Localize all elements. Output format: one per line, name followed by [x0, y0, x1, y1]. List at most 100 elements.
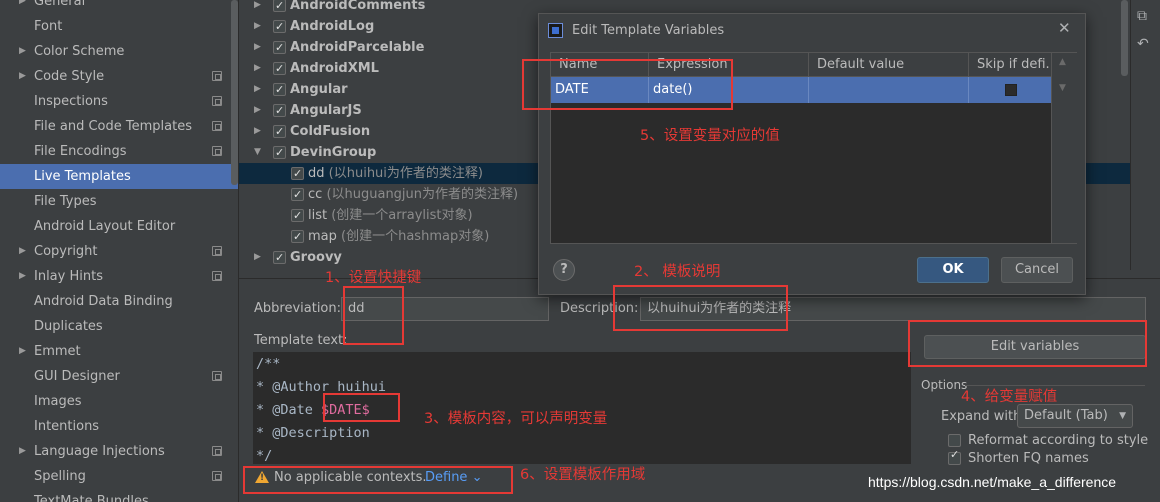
- sidebar-item[interactable]: Spelling: [0, 464, 238, 489]
- sidebar-item[interactable]: Live Templates: [0, 164, 238, 189]
- expand-arrow-icon[interactable]: ▶: [254, 100, 261, 121]
- code-text: * @Date: [256, 402, 322, 418]
- group-label: AndroidParcelable: [290, 40, 425, 55]
- group-checkbox[interactable]: [273, 16, 286, 37]
- template-label: cc (以huguangjun为作者的类注释): [308, 184, 518, 205]
- sidebar-item[interactable]: Font: [0, 14, 238, 39]
- sidebar-item[interactable]: ▶ Inlay Hints: [0, 264, 238, 289]
- shorten-fq-checkbox[interactable]: [948, 448, 961, 465]
- sidebar-item[interactable]: File and Code Templates: [0, 114, 238, 139]
- template-checkbox[interactable]: [291, 184, 304, 205]
- sidebar-item[interactable]: Inspections: [0, 89, 238, 114]
- expand-arrow-icon[interactable]: ▶: [254, 16, 261, 37]
- expand-arrow-icon[interactable]: ▶: [19, 64, 26, 89]
- group-checkbox[interactable]: [273, 37, 286, 58]
- template-checkbox[interactable]: [291, 163, 304, 184]
- group-checkbox[interactable]: [273, 121, 286, 142]
- project-scope-icon: [212, 146, 222, 156]
- reformat-checkbox[interactable]: [948, 434, 961, 447]
- copy-icon[interactable]: ⧉: [1137, 8, 1147, 24]
- expand-arrow-icon[interactable]: ▶: [254, 37, 261, 58]
- restore-icon[interactable]: ↶: [1137, 36, 1149, 52]
- expand-arrow-icon[interactable]: ▶: [254, 0, 261, 16]
- template-abbreviation: list: [308, 208, 328, 223]
- sidebar-item[interactable]: Intentions: [0, 414, 238, 439]
- sidebar-item[interactable]: Android Data Binding: [0, 289, 238, 314]
- project-scope-icon: [212, 446, 222, 456]
- sidebar-item-label: Copyright: [34, 244, 98, 259]
- skip-checkbox[interactable]: [1005, 84, 1017, 96]
- annotation-2: 2、 模板说明: [634, 264, 721, 280]
- abbreviation-label: Abbreviation:: [254, 301, 342, 316]
- project-scope-icon: [212, 71, 222, 81]
- annotation-6: 6、设置模板作用域: [520, 467, 646, 483]
- expand-arrow-icon[interactable]: ▶: [254, 247, 261, 268]
- settings-window: ▶ General Font ▶ Color Scheme ▶ Code Style Insp…: [0, 0, 1160, 502]
- sidebar-item[interactable]: Android Layout Editor: [0, 214, 238, 239]
- sidebar-item[interactable]: Duplicates: [0, 314, 238, 339]
- template-checkbox[interactable]: [291, 205, 304, 226]
- group-checkbox[interactable]: [273, 142, 286, 163]
- expand-arrow-icon[interactable]: ▶: [19, 239, 26, 264]
- scroll-up-icon[interactable]: ▲: [1059, 57, 1066, 67]
- group-checkbox[interactable]: [273, 100, 286, 121]
- template-label: map (创建一个hashmap对象): [308, 226, 489, 247]
- group-label: AndroidXML: [290, 61, 379, 76]
- watermark-url: https://blog.csdn.net/make_a_difference: [868, 474, 1117, 490]
- expand-arrow-icon[interactable]: ▶: [254, 79, 261, 100]
- expand-arrow-icon[interactable]: ▶: [254, 58, 261, 79]
- template-label: dd (以huihui为作者的类注释): [308, 163, 483, 184]
- expand-arrow-icon[interactable]: ▶: [19, 439, 26, 464]
- collapse-arrow-icon[interactable]: ▼: [254, 142, 261, 163]
- group-checkbox[interactable]: [273, 247, 286, 268]
- project-scope-icon: [212, 471, 222, 481]
- column-header-default[interactable]: Default value: [809, 53, 969, 77]
- help-button[interactable]: ?: [553, 259, 575, 281]
- expand-arrow-icon[interactable]: ▶: [19, 0, 26, 14]
- code-line: */: [256, 448, 273, 464]
- annotation-box-context: [243, 466, 513, 494]
- annotation-box-abbreviation: [343, 286, 404, 345]
- expand-arrow-icon[interactable]: ▶: [19, 339, 26, 364]
- group-checkbox[interactable]: [273, 0, 286, 16]
- sidebar-item[interactable]: ▶ Code Style: [0, 64, 238, 89]
- sidebar-item-label: Live Templates: [34, 169, 131, 184]
- template-checkbox[interactable]: [291, 226, 304, 247]
- project-scope-icon: [212, 371, 222, 381]
- sidebar-item[interactable]: TextMate Bundles: [0, 489, 238, 502]
- cancel-button[interactable]: Cancel: [1001, 257, 1073, 283]
- expand-with-value: Default (Tab): [1024, 408, 1108, 423]
- group-checkbox[interactable]: [273, 79, 286, 100]
- cell-skip[interactable]: [969, 77, 1051, 103]
- sidebar-item[interactable]: ▶ General: [0, 0, 238, 14]
- sidebar-item[interactable]: ▶ Copyright: [0, 239, 238, 264]
- template-abbreviation: cc: [308, 187, 323, 202]
- tree-scrollbar[interactable]: [1121, 0, 1128, 76]
- sidebar-scrollbar[interactable]: [231, 0, 238, 185]
- sidebar-item[interactable]: ▶ Color Scheme: [0, 39, 238, 64]
- sidebar-item-label: Font: [34, 19, 63, 34]
- group-checkbox[interactable]: [273, 58, 286, 79]
- expand-arrow-icon[interactable]: ▶: [254, 121, 261, 142]
- sidebar-item[interactable]: ▶ Language Injections: [0, 439, 238, 464]
- sidebar-item[interactable]: File Types: [0, 189, 238, 214]
- template-abbreviation: dd: [308, 166, 325, 181]
- sidebar-item[interactable]: File Encodings: [0, 139, 238, 164]
- expand-arrow-icon[interactable]: ▶: [19, 264, 26, 289]
- scroll-down-icon[interactable]: ▼: [1059, 83, 1066, 93]
- ok-button[interactable]: OK: [917, 257, 989, 283]
- sidebar-item-label: Android Layout Editor: [34, 219, 176, 234]
- group-label: ColdFusion: [290, 124, 371, 139]
- sidebar-item-label: GUI Designer: [34, 369, 120, 384]
- sidebar-item-label: Code Style: [34, 69, 105, 84]
- expand-arrow-icon[interactable]: ▶: [19, 39, 26, 64]
- expand-with-select[interactable]: Default (Tab) ▼: [1017, 404, 1133, 428]
- project-scope-icon: [212, 271, 222, 281]
- cell-default[interactable]: [809, 77, 969, 103]
- table-scrollbar[interactable]: ▲ ▼: [1051, 53, 1077, 243]
- sidebar-item[interactable]: Images: [0, 389, 238, 414]
- close-icon[interactable]: ✕: [1058, 19, 1071, 37]
- sidebar-item[interactable]: ▶ Emmet: [0, 339, 238, 364]
- column-header-skip[interactable]: Skip if defi...: [969, 53, 1051, 77]
- sidebar-item[interactable]: GUI Designer: [0, 364, 238, 389]
